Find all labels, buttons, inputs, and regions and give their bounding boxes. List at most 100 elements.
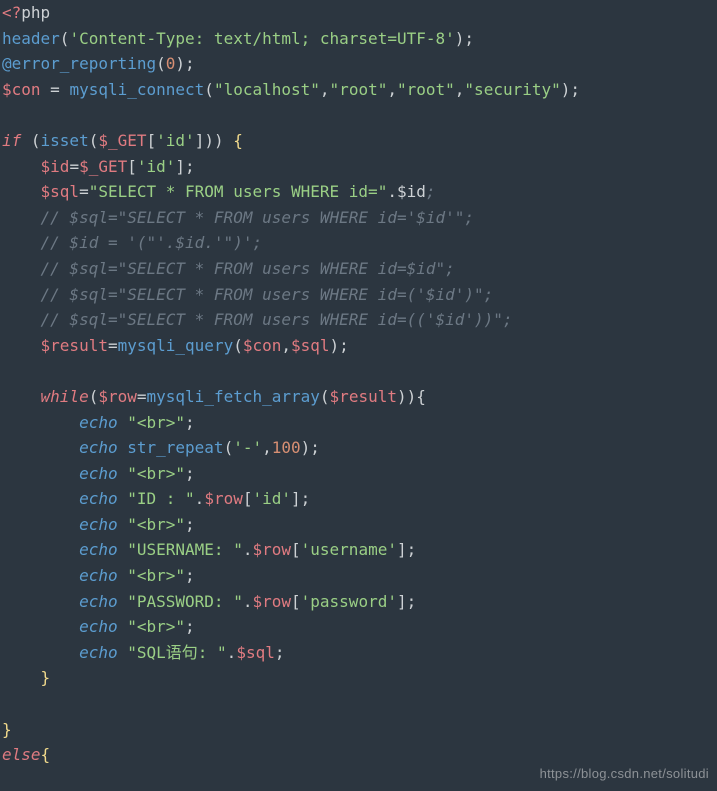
code-block: <?php header('Content-Type: text/html; c…: [0, 0, 717, 768]
code-text: (: [89, 131, 99, 150]
indent: [2, 413, 79, 432]
brace: {: [41, 745, 51, 764]
function-call: @error_reporting: [2, 54, 156, 73]
string-literal: 'password': [301, 592, 397, 611]
variable: $con: [2, 80, 41, 99]
keyword-else: else: [2, 745, 41, 764]
keyword-echo: echo: [79, 515, 118, 534]
comment: // $sql="SELECT * FROM users WHERE id=((…: [2, 310, 513, 329]
number-literal: 0: [166, 54, 176, 73]
indent: [2, 592, 79, 611]
code-text: [118, 464, 128, 483]
variable: $_GET: [79, 157, 127, 176]
code-text: .: [195, 489, 205, 508]
comment: // $sql="SELECT * FROM users WHERE id=$i…: [2, 259, 455, 278]
indent: [2, 643, 79, 662]
string-literal: 'id': [137, 157, 176, 176]
code-text: [: [147, 131, 157, 150]
indent: [2, 182, 41, 201]
function-call: isset: [41, 131, 89, 150]
string-literal: "security": [464, 80, 560, 99]
number-literal: 100: [272, 438, 301, 457]
function-call: header: [2, 29, 60, 48]
code-text: (: [60, 29, 70, 48]
function-call: mysqli_fetch_array: [147, 387, 320, 406]
indent: [2, 387, 41, 406]
code-text: );: [561, 80, 580, 99]
code-text: ;: [185, 464, 195, 483]
string-literal: "<br>": [127, 464, 185, 483]
code-text: ];: [397, 592, 416, 611]
code-text: ];: [175, 157, 194, 176]
string-literal: "PASSWORD: ": [127, 592, 243, 611]
variable: $result: [330, 387, 397, 406]
string-literal: "USERNAME: ": [127, 540, 243, 559]
string-literal: "SQL语句: ": [127, 643, 226, 662]
code-text: (: [233, 336, 243, 355]
code-text: [118, 617, 128, 636]
code-text: [: [291, 540, 301, 559]
code-text: );: [175, 54, 194, 73]
keyword-if: if: [2, 131, 21, 150]
string-literal: "<br>": [127, 515, 185, 534]
string-literal: "root": [330, 80, 388, 99]
code-text: (: [320, 387, 330, 406]
indent: [2, 668, 41, 687]
code-text: [118, 438, 128, 457]
string-literal: "<br>": [127, 566, 185, 585]
code-text: ,: [387, 80, 397, 99]
code-text: )){: [397, 387, 426, 406]
string-literal: "<br>": [127, 617, 185, 636]
indent: [2, 438, 79, 457]
variable: $row: [252, 592, 291, 611]
keyword-while: while: [41, 387, 89, 406]
code-text: .: [387, 182, 397, 201]
keyword-echo: echo: [79, 592, 118, 611]
code-text: (: [156, 54, 166, 73]
function-call: mysqli_connect: [69, 80, 204, 99]
code-text: php: [21, 3, 50, 22]
code-text: (: [204, 80, 214, 99]
brace: }: [2, 720, 12, 739]
code-text: ;: [275, 643, 285, 662]
string-literal: "root": [397, 80, 455, 99]
php-open-tag: <?: [2, 3, 21, 22]
code-text: );: [330, 336, 349, 355]
string-literal: '-': [233, 438, 262, 457]
code-text: (: [224, 438, 234, 457]
string-literal: 'Content-Type: text/html; charset=UTF-8': [69, 29, 454, 48]
brace: {: [233, 131, 243, 150]
keyword-echo: echo: [79, 540, 118, 559]
watermark-text: https://blog.csdn.net/solitudi: [540, 764, 709, 785]
code-text: [118, 566, 128, 585]
code-text: =: [137, 387, 147, 406]
keyword-echo: echo: [79, 413, 118, 432]
variable: $id: [397, 182, 426, 201]
string-literal: "ID : ": [127, 489, 194, 508]
function-call: str_repeat: [127, 438, 223, 457]
function-call: mysqli_query: [118, 336, 234, 355]
code-text: .: [227, 643, 237, 662]
code-text: ;: [185, 413, 195, 432]
variable: $sql: [236, 643, 275, 662]
variable: $row: [252, 540, 291, 559]
code-text: ;: [185, 566, 195, 585]
indent: [2, 515, 79, 534]
comment: // $sql="SELECT * FROM users WHERE id='$…: [2, 208, 474, 227]
comment: // $id = '("'.$id.'")';: [2, 233, 262, 252]
code-text: [: [291, 592, 301, 611]
code-text: [: [127, 157, 137, 176]
code-text: ,: [320, 80, 330, 99]
code-text: );: [301, 438, 320, 457]
variable: $result: [41, 336, 108, 355]
code-text: =: [79, 182, 89, 201]
code-text: [118, 643, 128, 662]
keyword-echo: echo: [79, 438, 118, 457]
code-text: ];: [397, 540, 416, 559]
string-literal: "SELECT * FROM users WHERE id=": [89, 182, 388, 201]
indent: [2, 489, 79, 508]
code-text: ])): [195, 131, 234, 150]
keyword-echo: echo: [79, 566, 118, 585]
code-text: =: [69, 157, 79, 176]
code-text: =: [41, 80, 70, 99]
